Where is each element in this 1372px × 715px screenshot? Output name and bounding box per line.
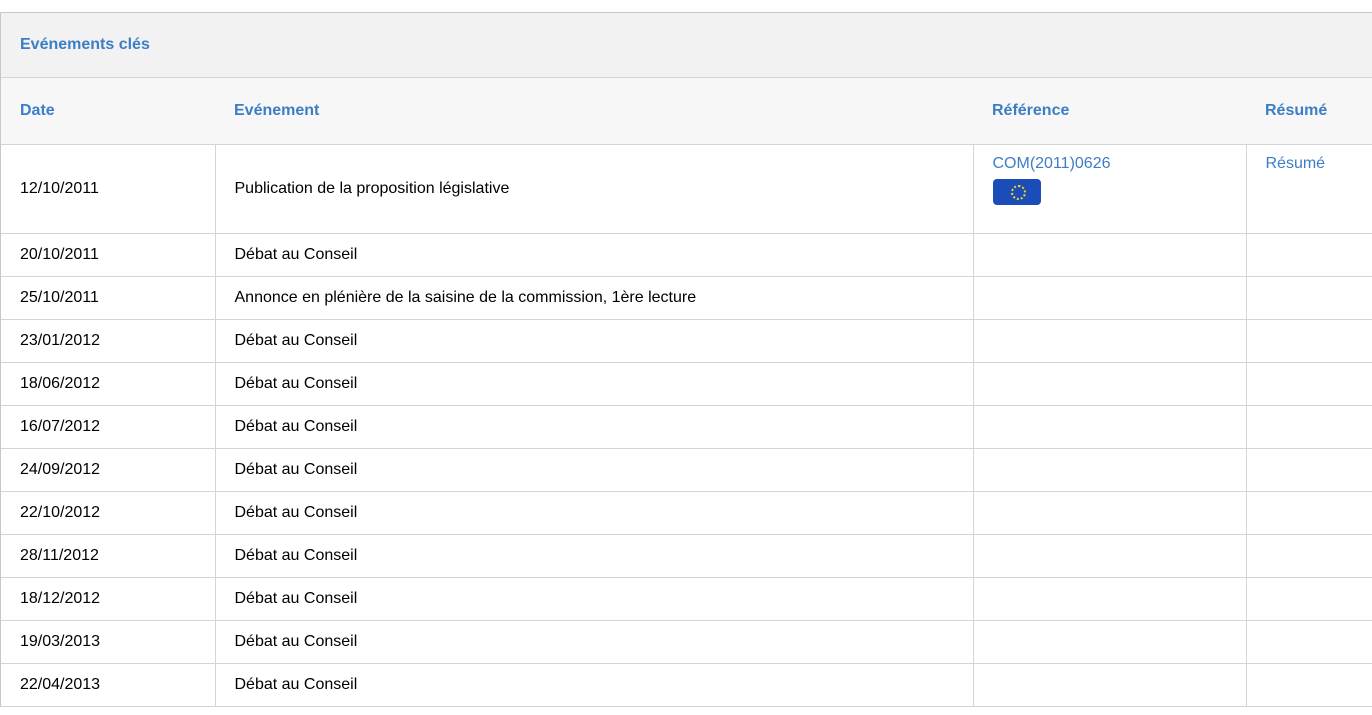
column-header-event: Evénement [215,78,973,145]
table-row: 28/11/2012 Débat au Conseil [1,534,1372,578]
event-cell: Débat au Conseil [215,620,974,664]
date-cell: 24/09/2012 [1,448,216,492]
date-cell: 18/12/2012 [1,577,216,621]
summary-cell [1246,319,1372,363]
table-row: 23/01/2012 Débat au Conseil [1,319,1372,363]
date-cell: 28/11/2012 [1,534,216,578]
event-cell: Débat au Conseil [215,663,974,707]
reference-cell [973,319,1247,363]
reference-cell [973,276,1247,320]
reference-cell [973,491,1247,535]
column-header-summary: Résumé [1246,78,1372,145]
date-cell: 16/07/2012 [1,405,216,449]
reference-cell [973,233,1247,277]
summary-cell [1246,362,1372,406]
summary-cell [1246,491,1372,535]
date-cell: 18/06/2012 [1,362,216,406]
table-row: 12/10/2011 Publication de la proposition… [1,144,1372,234]
table-row: 18/06/2012 Débat au Conseil [1,362,1372,406]
summary-cell [1246,620,1372,664]
summary-cell: Résumé [1246,144,1372,234]
reference-cell [973,663,1247,707]
event-cell: Débat au Conseil [215,319,974,363]
table-row: 24/09/2012 Débat au Conseil [1,448,1372,492]
table-header-row: Date Evénement Référence Résumé [1,78,1372,145]
summary-cell [1246,448,1372,492]
table-row: 22/10/2012 Débat au Conseil [1,491,1372,535]
summary-cell [1246,276,1372,320]
table-row: 25/10/2011 Annonce en plénière de la sai… [1,276,1372,320]
key-events-panel: Evénements clés Date Evénement Référence… [0,12,1372,707]
reference-cell: COM(2011)0626 [973,144,1247,234]
event-cell: Débat au Conseil [215,362,974,406]
event-cell: Débat au Conseil [215,405,974,449]
date-cell: 20/10/2011 [1,233,216,277]
event-cell: Débat au Conseil [215,534,974,578]
table-row: 20/10/2011 Débat au Conseil [1,233,1372,277]
table-row: 16/07/2012 Débat au Conseil [1,405,1372,449]
table-row: 18/12/2012 Débat au Conseil [1,577,1372,621]
event-cell: Annonce en plénière de la saisine de la … [215,276,974,320]
summary-cell [1246,663,1372,707]
date-cell: 12/10/2011 [1,144,216,234]
date-cell: 22/04/2013 [1,663,216,707]
summary-cell [1246,577,1372,621]
date-cell: 22/10/2012 [1,491,216,535]
reference-link[interactable]: COM(2011)0626 [993,155,1111,172]
reference-cell [973,620,1247,664]
column-header-date: Date [1,78,215,145]
reference-cell [973,405,1247,449]
summary-cell [1246,233,1372,277]
reference-cell [973,362,1247,406]
column-header-reference: Référence [973,78,1246,145]
panel-title: Evénements clés [1,13,1372,78]
table-row: 22/04/2013 Débat au Conseil [1,663,1372,707]
table-row: 19/03/2013 Débat au Conseil [1,620,1372,664]
reference-cell [973,534,1247,578]
summary-link[interactable]: Résumé [1266,155,1326,172]
reference-cell [973,448,1247,492]
event-cell: Débat au Conseil [215,491,974,535]
event-cell: Débat au Conseil [215,233,974,277]
reference-cell [973,577,1247,621]
summary-cell [1246,405,1372,449]
event-cell: Débat au Conseil [215,448,974,492]
date-cell: 19/03/2013 [1,620,216,664]
eu-flag-icon[interactable] [992,179,1041,205]
date-cell: 23/01/2012 [1,319,216,363]
summary-cell [1246,534,1372,578]
event-cell: Débat au Conseil [215,577,974,621]
date-cell: 25/10/2011 [1,276,216,320]
event-cell: Publication de la proposition législativ… [215,144,974,234]
key-events-table: Date Evénement Référence Résumé 12/10/20… [1,78,1372,707]
